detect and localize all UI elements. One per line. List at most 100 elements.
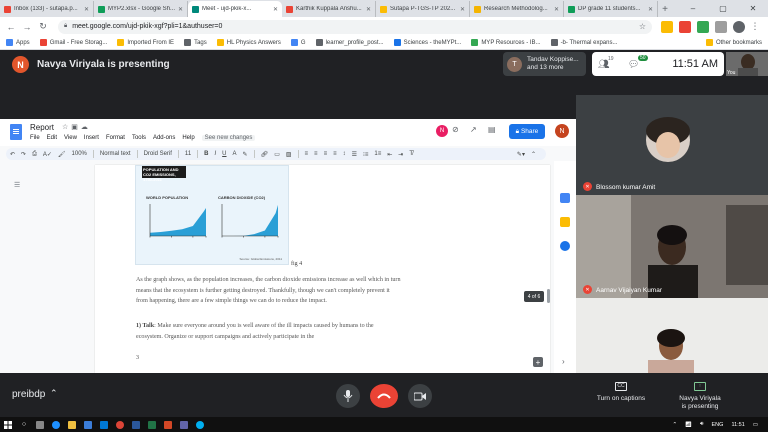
skype-icon[interactable] [192, 417, 208, 432]
participant-tile[interactable]: ✕ Blossom kumar Amit [576, 95, 768, 195]
bookmark-item[interactable]: Gmail - Free Storag... [39, 39, 107, 46]
clear-format-icon[interactable]: T̸ [409, 151, 413, 157]
forward-icon[interactable]: → [20, 20, 34, 34]
captions-button[interactable]: CC Turn on captions [586, 382, 656, 403]
calendar-icon[interactable] [560, 193, 570, 203]
profile-avatar[interactable] [733, 20, 745, 33]
maximize-icon[interactable]: ▢ [708, 0, 738, 17]
text-color-icon[interactable]: A [233, 151, 237, 157]
microphone-button[interactable] [336, 384, 360, 408]
highlight-icon[interactable]: ✎ [243, 151, 248, 158]
doc-title[interactable]: Report [30, 123, 54, 132]
participant-tile[interactable]: ✕ Aarnav Vijaiyan Kumar [576, 195, 768, 298]
browser-tab[interactable]: Research Methodolog... ✕ [470, 1, 564, 17]
chrome-icon[interactable] [112, 417, 128, 432]
font-select[interactable]: Droid Serif [144, 151, 172, 157]
star-icon[interactable]: ☆ [62, 124, 71, 131]
bold-icon[interactable]: B [204, 151, 208, 157]
link-icon[interactable]: 🔗︎ [261, 151, 269, 158]
task-view-icon[interactable] [32, 417, 48, 432]
font-size-select[interactable]: 11 [185, 151, 191, 157]
bookmark-item[interactable]: G [290, 39, 306, 46]
indent-increase-icon[interactable]: ⇥ [398, 151, 403, 158]
close-tab-icon[interactable]: ✕ [178, 6, 183, 13]
tray-chevron-icon[interactable]: ⌃ [672, 422, 677, 428]
notifications-icon[interactable]: ▭ [753, 422, 758, 428]
move-folder-icon[interactable]: ▣ [71, 124, 81, 131]
close-tab-icon[interactable]: ✕ [648, 6, 653, 13]
taskbar-clock[interactable]: 11:51 [731, 422, 744, 428]
collaborator-icon[interactable]: ⊘ [452, 125, 459, 134]
file-explorer-icon[interactable] [64, 417, 80, 432]
see-new-changes-link[interactable]: See new changes [201, 135, 256, 141]
browser-tab[interactable]: Meet - ujd-pkik-x... ✕ [188, 1, 282, 17]
paint-format-icon[interactable]: 🖌︎ [58, 151, 66, 158]
document-page[interactable]: POPULATION AND CO2 EMISSIONS, 1750-2011 … [95, 165, 550, 373]
menu-insert[interactable]: Insert [84, 135, 99, 141]
volume-icon[interactable]: 🔊︎ [700, 421, 703, 428]
activity-trend-icon[interactable]: ↗ [470, 125, 477, 134]
browser-tab[interactable]: MYP2.xlsx - Google Sh... ✕ [94, 1, 188, 17]
numbered-list-icon[interactable]: 1≡ [374, 151, 381, 157]
browser-tab[interactable]: Sutapa P-TGS-TP 202... ✕ [376, 1, 470, 17]
excel-icon[interactable] [144, 417, 160, 432]
ie-icon[interactable] [48, 417, 64, 432]
bookmark-item[interactable]: HL Physics Answers [216, 39, 281, 46]
menu-edit[interactable]: Edit [47, 135, 57, 141]
collapse-toolbar-icon[interactable]: ⌃ [531, 151, 536, 158]
browser-tab[interactable]: Inbox (133) - sutapa.p... ✕ [0, 1, 94, 17]
keep-icon[interactable] [560, 217, 570, 227]
chevron-up-icon[interactable]: ⌃ [50, 388, 58, 399]
self-view-tile[interactable]: You [726, 52, 768, 76]
browser-tab[interactable]: Karthik Kuppala Anshu... ✕ [282, 1, 376, 17]
address-bar[interactable]: 🔒︎ meet.google.com/ujd-pkik-xgf?pli=1&au… [58, 19, 652, 34]
bookmark-item[interactable]: Apps [6, 39, 30, 46]
meeting-code[interactable]: preibdp [12, 389, 45, 400]
search-icon[interactable]: ○ [16, 417, 32, 432]
comments-icon[interactable]: ▤ [488, 125, 496, 134]
share-button[interactable]: 🔒︎ Share [509, 124, 545, 139]
justify-icon[interactable]: ≡ [333, 151, 337, 157]
extension-icon[interactable] [679, 20, 691, 33]
leave-call-button[interactable] [370, 384, 398, 408]
spellcheck-icon[interactable]: A✓ [43, 151, 52, 158]
align-left-icon[interactable]: ≡ [305, 151, 309, 157]
minimize-icon[interactable]: – [678, 0, 708, 17]
bookmark-item[interactable]: Imported From IE [117, 39, 174, 46]
align-right-icon[interactable]: ≡ [324, 151, 328, 157]
people-icon[interactable]: 👥︎ 19 [598, 56, 614, 70]
expand-panel-icon[interactable]: › [562, 357, 565, 366]
new-tab-button[interactable]: + [658, 1, 672, 17]
chat-icon[interactable]: 💬︎ 50 [628, 55, 648, 70]
image-icon[interactable]: ▨ [286, 151, 292, 158]
close-tab-icon[interactable]: ✕ [366, 6, 371, 13]
windows-start-icon[interactable] [0, 417, 16, 432]
extension-icon[interactable] [661, 20, 673, 33]
checklist-icon[interactable]: ☰ [352, 151, 357, 158]
language-indicator[interactable]: ENG [712, 422, 724, 428]
scrollbar[interactable] [547, 289, 550, 303]
word-icon[interactable] [128, 417, 144, 432]
close-window-icon[interactable]: ✕ [738, 0, 768, 17]
menu-tools[interactable]: Tools [132, 135, 146, 141]
undo-icon[interactable]: ↶ [10, 151, 15, 158]
powerpoint-icon[interactable] [160, 417, 176, 432]
extension-icon[interactable] [697, 20, 709, 33]
underline-icon[interactable]: U [222, 151, 226, 157]
account-avatar[interactable]: N [555, 124, 569, 138]
close-tab-icon[interactable]: ✕ [460, 6, 465, 13]
presentation-button[interactable]: ↑ Navya Viriyala is presenting [665, 382, 735, 411]
browser-tab[interactable]: DP grade 11 students... ✕ [564, 1, 658, 17]
bullet-list-icon[interactable]: ⁝≡ [363, 151, 368, 158]
editing-mode-icon[interactable]: ✎▾ [517, 151, 525, 158]
other-bookmarks[interactable]: Other bookmarks [705, 39, 762, 46]
store-icon[interactable] [80, 417, 96, 432]
menu-addons[interactable]: Add-ons [153, 135, 175, 141]
close-tab-icon[interactable]: ✕ [84, 6, 89, 13]
browser-menu-icon[interactable]: ⋮ [748, 20, 762, 34]
back-icon[interactable]: ← [4, 20, 18, 34]
teams-icon[interactable] [176, 417, 192, 432]
line-spacing-icon[interactable]: ↕ [343, 151, 346, 157]
mail-icon[interactable] [96, 417, 112, 432]
indent-decrease-icon[interactable]: ⇤ [387, 151, 392, 158]
